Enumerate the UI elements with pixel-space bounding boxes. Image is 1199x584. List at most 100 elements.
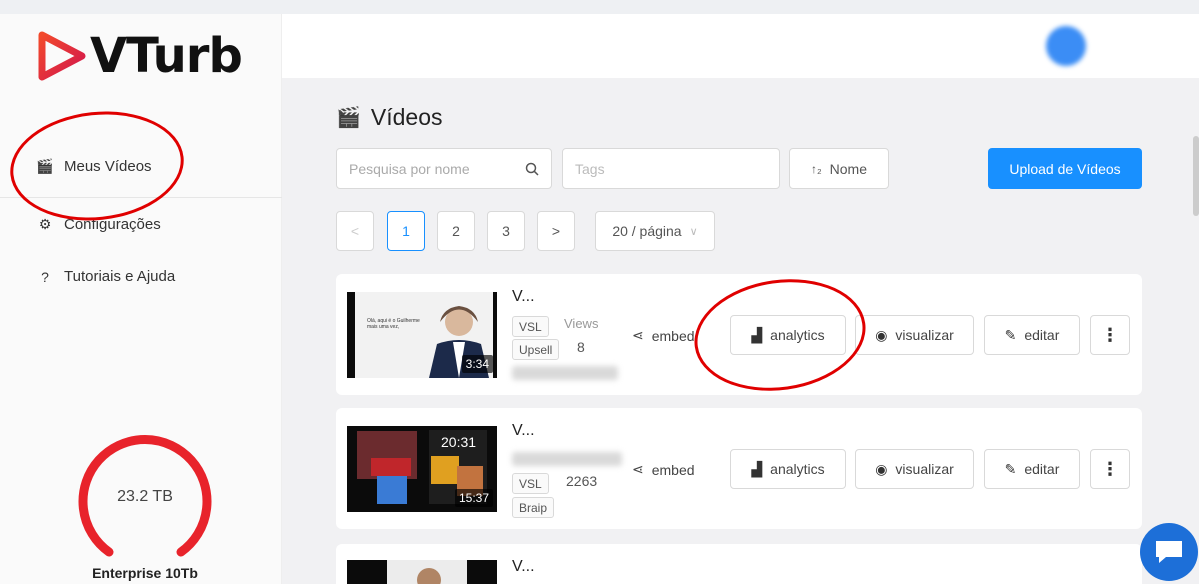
eye-icon: ◉ [875,326,888,343]
more-options-button[interactable]: ⋮ [1090,315,1130,355]
pagination-page-1[interactable]: 1 [387,211,425,251]
pencil-icon: ✎ [1004,326,1017,343]
views-count: 2263 [566,473,598,489]
embed-label: embed [651,461,695,478]
views-count: 8 [577,339,585,355]
page-number: 2 [452,223,460,239]
view-button[interactable]: ◉ visualizar [855,315,974,355]
video-tag: Upsell [512,339,560,360]
video-duration: 15:37 [454,489,493,507]
edit-button[interactable]: ✎ editar [984,449,1080,489]
embed-button[interactable]: ⋖ embed [632,327,695,344]
video-tag: Braip [512,497,555,518]
video-title[interactable]: V... [512,422,535,440]
thumbnail-image [387,560,467,584]
sidebar-item-meus-videos[interactable]: 🎬 Meus Vídeos [36,158,152,175]
video-thumbnail[interactable] [347,560,497,584]
page-title-text: Vídeos [370,104,443,130]
pencil-icon: ✎ [1004,460,1017,477]
avatar [1045,26,1086,66]
analytics-button[interactable]: ▟ analytics [730,449,846,489]
share-icon: ⋖ [632,461,644,477]
views-label: Views [564,316,599,331]
share-icon: ⋖ [632,327,644,343]
clapperboard-icon: 🎬 [36,158,54,174]
page-title: 🎬 Vídeos [336,104,443,131]
search-placeholder: Pesquisa por nome [349,160,470,177]
sidebar-item-label: Configurações [64,216,161,233]
page-size-select[interactable]: 20 / página ∨ [595,211,715,251]
clapperboard-icon: 🎬 [336,107,361,129]
analytics-button[interactable]: ▟ analytics [730,315,846,355]
upload-label: Upload de Vídeos [1009,160,1121,177]
more-options-button[interactable]: ⋮ [1090,449,1130,489]
page-number: 1 [402,223,410,239]
play-logo-icon [38,31,86,81]
pagination-page-2[interactable]: 2 [437,211,475,251]
page-size-value: 20 / página [612,223,682,239]
eye-icon: ◉ [875,460,888,477]
sidebar: VTurb 🎬 Meus Vídeos ⚙ Configurações ? Tu… [0,0,282,584]
main-content: 🎬 Vídeos Pesquisa por nome Tags ↑₂ Nome … [282,78,1199,584]
pagination-page-3[interactable]: 3 [487,211,525,251]
video-card: Olá, aqui é o Guilherme mais uma vez, 3:… [336,274,1142,395]
chat-icon [1156,541,1182,563]
page-number: 3 [502,223,510,239]
more-vertical-icon: ⋮ [1101,324,1119,345]
area-chart-icon: ▟ [751,460,763,477]
sidebar-item-configuracoes[interactable]: ⚙ Configurações [36,216,161,233]
embed-button[interactable]: ⋖ embed [632,461,695,478]
question-icon: ? [41,268,49,285]
upload-videos-button[interactable]: Upload de Vídeos [988,148,1142,189]
search-icon [525,162,539,176]
video-tag: VSL [512,473,549,494]
user-menu[interactable] [1045,26,1159,66]
user-name [1094,39,1159,54]
analytics-label: analytics [770,461,825,477]
gear-icon: ⚙ [38,216,52,232]
pagination-prev[interactable]: < [336,211,374,251]
view-label: visualizar [895,461,954,477]
tags-input[interactable]: Tags [562,148,780,189]
app-name: VTurb [90,28,243,84]
sidebar-divider [0,197,282,198]
more-vertical-icon: ⋮ [1101,458,1119,479]
thumbnail-caption: Olá, aqui é o Guilherme mais uma vez, [367,318,420,330]
scrollbar[interactable] [1193,136,1199,216]
video-card: 20:31 15:37 V... VSL Braip 2263 ⋖ embed … [336,408,1142,529]
window-top-edge [0,0,1199,14]
view-button[interactable]: ◉ visualizar [855,449,974,489]
video-card: V... [336,544,1142,584]
video-thumbnail[interactable]: Olá, aqui é o Guilherme mais uma vez, 3:… [347,292,497,378]
sort-button[interactable]: ↑₂ Nome [789,148,889,189]
pagination-next[interactable]: > [537,211,575,251]
sort-ascending-icon: ↑₂ [810,161,822,176]
tags-placeholder: Tags [575,160,605,177]
blurred-text [512,366,618,380]
vturb-logo[interactable]: VTurb [36,28,243,84]
chat-button[interactable] [1140,523,1198,581]
edit-label: editar [1024,461,1060,477]
blurred-text [512,452,622,466]
thumbnail-clock: 20:31 [441,434,477,450]
chevron-down-icon: ∨ [689,225,698,238]
edit-button[interactable]: ✎ editar [984,315,1080,355]
chevron-right-icon: > [551,223,561,239]
plan-name: Enterprise 10Tb [92,565,198,581]
sidebar-item-label: Tutoriais e Ajuda [64,268,176,285]
embed-label: embed [651,327,695,344]
video-tag: VSL [512,316,549,337]
sidebar-item-label: Meus Vídeos [64,158,152,175]
view-label: visualizar [895,327,954,343]
sidebar-item-tutoriais[interactable]: ? Tutoriais e Ajuda [36,268,175,285]
sort-label: Nome [829,160,868,177]
video-title[interactable]: V... [512,558,535,576]
video-title[interactable]: V... [512,288,535,306]
area-chart-icon: ▟ [751,326,763,343]
chevron-left-icon: < [350,223,360,239]
search-input[interactable]: Pesquisa por nome [336,148,552,189]
video-thumbnail[interactable]: 20:31 15:37 [347,426,497,512]
video-duration: 3:34 [461,355,493,373]
app-root: VTurb 🎬 Meus Vídeos ⚙ Configurações ? Tu… [0,0,1199,584]
analytics-label: analytics [770,327,825,343]
